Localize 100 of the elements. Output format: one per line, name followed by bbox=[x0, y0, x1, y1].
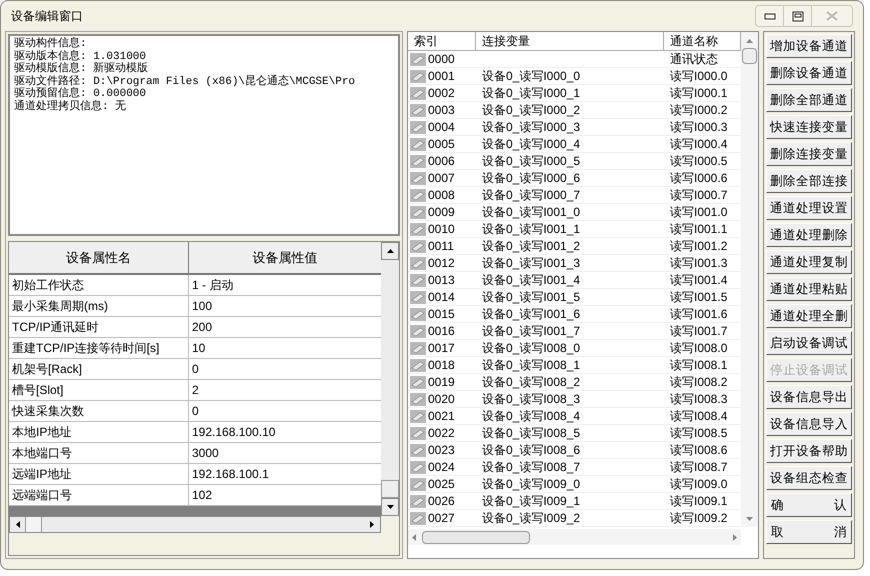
table-cell-text: 设备0_读写I000_7 bbox=[482, 187, 580, 204]
column-header[interactable]: 设备属性值 bbox=[189, 242, 381, 273]
table-cell-text: 0022 bbox=[428, 425, 455, 442]
table-cell-text: 0026 bbox=[428, 493, 455, 510]
table-cell-text: 设备0_读写I008_3 bbox=[482, 391, 580, 408]
right-arrow-icon bbox=[370, 521, 374, 528]
table-cell[interactable]: 200 bbox=[189, 317, 381, 337]
table-cell-text: 0006 bbox=[428, 153, 455, 170]
action-button[interactable]: 通道处理设置 bbox=[766, 196, 852, 220]
table-cell[interactable]: 0 bbox=[189, 359, 381, 379]
table-cell-text: 0012 bbox=[428, 255, 455, 272]
table-cell-text: 0025 bbox=[428, 476, 455, 493]
table-cell-text: 设备0_读写I000_4 bbox=[482, 136, 580, 153]
table-cell-text: 0004 bbox=[428, 119, 455, 136]
table-cell: 本地IP地址 bbox=[9, 422, 189, 442]
table-cell-text: 设备0_读写I009_2 bbox=[482, 510, 580, 527]
table-cell-text: 0023 bbox=[428, 442, 455, 459]
table-cell: 读写I009.1 bbox=[670, 493, 728, 509]
action-button[interactable]: 设备组态检查 bbox=[766, 466, 852, 490]
action-button[interactable]: 删除全部通道 bbox=[766, 88, 852, 112]
table-cell[interactable]: 1 - 启动 bbox=[189, 275, 381, 295]
scroll-thumb[interactable] bbox=[381, 480, 399, 498]
table-cell: 最小采集周期(ms) bbox=[9, 296, 189, 316]
table-cell-text: 设备0_读写I001_4 bbox=[482, 272, 580, 289]
table-cell-text: 设备0_读写I000_2 bbox=[482, 102, 580, 119]
action-button[interactable]: 确 认 bbox=[766, 493, 852, 517]
vertical-scrollbar[interactable] bbox=[381, 242, 399, 516]
table-cell[interactable]: 3000 bbox=[189, 443, 381, 463]
table-cell: 读写I001.0 bbox=[670, 204, 728, 220]
table-cell: 读写I001.6 bbox=[670, 306, 728, 322]
action-button[interactable]: 增加设备通道 bbox=[766, 34, 852, 58]
table-cell-text: 设备0_读写I001_3 bbox=[482, 255, 580, 272]
action-button[interactable]: 取 消 bbox=[766, 520, 852, 544]
action-button[interactable]: 启动设备调试 bbox=[766, 331, 852, 355]
action-button[interactable]: 通道处理复制 bbox=[766, 250, 852, 274]
table-cell-text: 设备0_读写I009_1 bbox=[482, 493, 580, 510]
table-cell-text: 0015 bbox=[428, 306, 455, 323]
action-button[interactable]: 设备信息导入 bbox=[766, 412, 852, 436]
action-button[interactable]: 通道处理删除 bbox=[766, 223, 852, 247]
up-arrow-icon bbox=[746, 39, 753, 43]
table-cell[interactable]: 100 bbox=[189, 296, 381, 316]
table-cell-text: 设备0_读写I001_0 bbox=[482, 204, 580, 221]
table-cell-text: 设备0_读写I008_1 bbox=[482, 357, 580, 374]
table-cell-text: 设备0_读写I000_1 bbox=[482, 85, 580, 102]
table-cell-text: 设备0_读写I001_6 bbox=[482, 306, 580, 323]
table-cell[interactable]: 2 bbox=[189, 380, 381, 400]
down-arrow-icon bbox=[386, 505, 394, 509]
table-cell-text: 0014 bbox=[428, 289, 455, 306]
info-line: 驱动构件信息: bbox=[14, 38, 88, 50]
up-arrow-icon bbox=[386, 249, 394, 253]
table-cell: 远端端口号 bbox=[9, 485, 189, 505]
table-cell-text: 设备0_读写I001_7 bbox=[482, 323, 580, 340]
table-cell-text: 0021 bbox=[428, 408, 455, 425]
table-cell[interactable]: 192.168.100.1 bbox=[189, 464, 381, 484]
table-cell-text: 0020 bbox=[428, 391, 455, 408]
scroll-thumb[interactable] bbox=[26, 517, 42, 532]
vertical-scrollbar[interactable] bbox=[741, 32, 758, 527]
table-cell: 读写I008.6 bbox=[670, 442, 728, 458]
scroll-thumb[interactable] bbox=[422, 530, 530, 544]
table-cell: TCP/IP通讯延时 bbox=[9, 317, 189, 337]
table-cell[interactable]: 10 bbox=[189, 338, 381, 358]
table-cell: 读写I009.2 bbox=[670, 510, 728, 526]
info-text-box[interactable]: 驱动构件信息: 驱动版本信息: 1.031000 驱动模版信息: 新驱动模版 驱动文件路径: D:\Program Files (x86)\昆仑通态\MCGSE\Pro 驱动预留信息: 0.000000 通道处理拷贝信息: 无 bbox=[8, 34, 400, 236]
window-title: 设备编辑窗口 bbox=[11, 8, 83, 25]
table-cell: 读写I008.2 bbox=[670, 374, 728, 390]
table-cell: 读写I008.7 bbox=[670, 459, 728, 475]
action-button[interactable]: 删除连接变量 bbox=[766, 142, 852, 166]
table-cell: 读写I000.6 bbox=[670, 170, 728, 186]
table-cell: 读写I001.5 bbox=[670, 289, 728, 305]
table-cell-text: 设备0_读写I008_0 bbox=[482, 340, 580, 357]
table-cell-text: 设备0_读写I009_0 bbox=[482, 476, 580, 493]
table-cell[interactable]: 192.168.100.10 bbox=[189, 422, 381, 442]
table-cell-text: 0000 bbox=[428, 51, 455, 68]
table-cell-text: 0003 bbox=[428, 102, 455, 119]
horizontal-scrollbar[interactable] bbox=[408, 529, 741, 545]
table-cell[interactable]: 0 bbox=[189, 401, 381, 421]
scroll-thumb[interactable] bbox=[742, 48, 757, 64]
action-button[interactable]: 通道处理粘贴 bbox=[766, 277, 852, 301]
table-cell: 槽号[Slot] bbox=[9, 380, 189, 400]
action-button[interactable]: 删除设备通道 bbox=[766, 61, 852, 85]
table-cell: 读写I008.4 bbox=[670, 408, 728, 424]
table-cell: 通讯状态 bbox=[670, 51, 718, 67]
table-cell-text: 0009 bbox=[428, 204, 455, 221]
action-button[interactable]: 通道处理全删 bbox=[766, 304, 852, 328]
table-cell: 读写I000.0 bbox=[670, 68, 728, 84]
table-cell[interactable]: 102 bbox=[189, 485, 381, 505]
table-cell: 读写I001.2 bbox=[670, 238, 728, 254]
column-header[interactable]: 设备属性名 bbox=[9, 242, 189, 273]
table-cell-text: 设备0_读写I001_2 bbox=[482, 238, 580, 255]
table-cell: 重建TCP/IP连接等待时间[s] bbox=[9, 338, 189, 358]
table-cell-text: 0005 bbox=[428, 136, 455, 153]
table-cell-text: 设备0_读写I000_0 bbox=[482, 68, 580, 85]
action-button[interactable]: 打开设备帮助 bbox=[766, 439, 852, 463]
action-button[interactable]: 删除全部连接 bbox=[766, 169, 852, 193]
horizontal-scrollbar[interactable] bbox=[9, 516, 381, 533]
table-cell-text: 0007 bbox=[428, 170, 455, 187]
action-button[interactable]: 设备信息导出 bbox=[766, 385, 852, 409]
table-cell-text: 0027 bbox=[428, 510, 455, 527]
action-button[interactable]: 快速连接变量 bbox=[766, 115, 852, 139]
table-cell: 读写I000.1 bbox=[670, 85, 728, 101]
